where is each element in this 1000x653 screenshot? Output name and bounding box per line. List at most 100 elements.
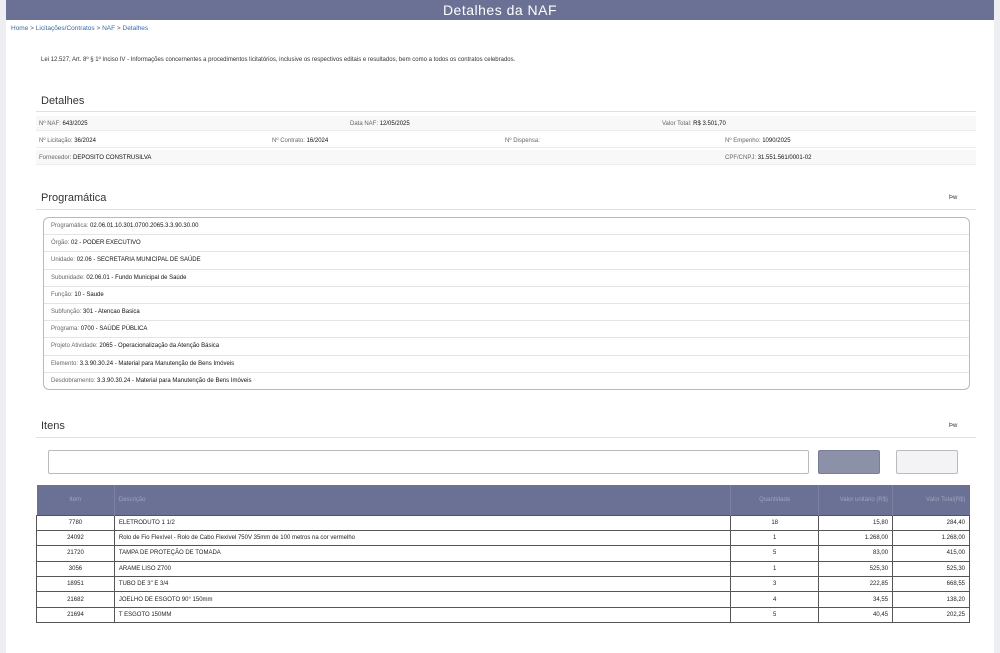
prog-value: 2065 - Operacionalização da Atenção Bási…: [99, 343, 220, 350]
programatica-pw-icon[interactable]: Þw: [949, 195, 957, 201]
column-header-valor-total[interactable]: Valor Total(R$): [892, 485, 970, 515]
programatica-line: Subfunção: 301 - Atencao Basica: [44, 304, 969, 322]
fornecedor-label: Fornecedor:: [39, 155, 72, 161]
item-unit-price: 525,30: [818, 560, 894, 578]
prog-label: Desdobramento:: [51, 377, 98, 384]
item-code: 7780: [36, 514, 115, 531]
items-table: Item Descrição Quantidade Valor unitário…: [36, 485, 970, 624]
divider: [36, 111, 976, 112]
divider: [36, 209, 976, 210]
prog-value: 02.06.01 - Fundo Municipal de Saúde: [86, 274, 187, 281]
valor-label: Valor Total:: [662, 121, 692, 127]
prog-label: Projeto Atividade:: [51, 343, 100, 350]
item-description: JOELHO DE ESGOTO 90° 150mm: [113, 591, 732, 608]
naf-date: Data NAF: 12/05/2025: [350, 121, 410, 127]
naf-label: Nº NAF:: [39, 121, 61, 127]
data-label: Data NAF:: [350, 121, 379, 127]
table-row: 7780 ELETRODUTO 1 1/2 18 15,80 284,40: [36, 514, 970, 531]
empenho-number: Nº Empenho: 1090/2025: [725, 138, 791, 144]
search-button[interactable]: [818, 450, 880, 474]
item-quantity: 1: [730, 529, 820, 547]
column-header-descricao[interactable]: Descrição: [114, 485, 732, 515]
breadcrumb-home-link[interactable]: Home: [11, 25, 28, 32]
licitacao-label: Nº Licitação:: [39, 138, 73, 144]
clear-button[interactable]: [896, 450, 958, 474]
licitacao-number: Nº Licitação: 36/2024: [39, 138, 96, 144]
item-total: 1.268,00: [892, 529, 970, 547]
table-row: 24092 Rolo de Fio Flexível - Rolo de Cab…: [36, 529, 970, 547]
item-quantity: 1: [730, 560, 820, 578]
breadcrumb-detalhes-link[interactable]: Detalhes: [123, 25, 149, 32]
item-unit-price: 1.268,00: [818, 529, 894, 547]
prog-value: 301 - Atencao Basica: [83, 308, 140, 315]
item-code: 3056: [36, 560, 115, 578]
breadcrumb-naf-link[interactable]: NAF: [102, 25, 115, 32]
prog-label: Órgão:: [51, 240, 72, 247]
cnpj-label: CPF/CNPJ:: [725, 155, 757, 161]
item-total: 415,00: [892, 545, 970, 562]
prog-value: 3.3.90.30.24 - Material para Manutenção …: [79, 360, 235, 367]
itens-pw-icon[interactable]: Þw: [949, 423, 957, 429]
prog-value: 0700 - SAÚDE PÚBLICA: [80, 326, 148, 333]
programatica-line: Programática: 02.06.01.10.301.0700.2065.…: [44, 218, 969, 236]
programatica-line: Desdobramento: 3.3.90.30.24 - Material p…: [44, 373, 969, 389]
programatica-box: Programática: 02.06.01.10.301.0700.2065.…: [43, 217, 970, 390]
prog-value: 02.06 - SECRETARIA MUNICIPAL DE SAÚDE: [76, 257, 201, 264]
table-row: 18951 TUBO DE 3" E 3/4 3 222,85 668,55: [36, 576, 970, 593]
item-description: TUBO DE 3" E 3/4: [113, 576, 732, 593]
table-row: 21720 TAMPA DE PROTEÇÃO DE TOMADA 5 83,0…: [36, 545, 970, 562]
item-unit-price: 15,80: [818, 514, 894, 531]
data-value: 12/05/2025: [379, 121, 410, 127]
column-header-valor-unitario[interactable]: Valor unitário (R$): [818, 485, 894, 515]
item-unit-price: 40,45: [818, 606, 894, 624]
empenho-label: Nº Empenho:: [725, 138, 761, 144]
item-description: ELETRODUTO 1 1/2: [113, 514, 732, 531]
prog-label: Função:: [51, 291, 75, 298]
item-code: 24092: [36, 529, 115, 547]
programatica-line: Elemento: 3.3.90.30.24 - Material para M…: [44, 356, 969, 373]
page-header: Detalhes da NAF: [6, 0, 994, 20]
table-row: 21694 T ESGOTO 150MM 5 40,45 202,25: [36, 606, 970, 624]
item-code: 18951: [36, 576, 115, 593]
column-header-quantidade[interactable]: Quantidade: [730, 485, 820, 515]
programatica-line: Subunidade: 02.06.01 - Fundo Municipal d…: [44, 270, 969, 287]
licitacao-value: 36/2024: [74, 138, 96, 144]
fornecedor: Fornecedor: DEPOSITO CONSTRUSILVA: [39, 155, 151, 161]
prog-value: 10 - Saude: [74, 291, 104, 298]
programatica-line: Função: 10 - Saude: [44, 287, 969, 304]
item-quantity: 4: [730, 591, 820, 608]
cnpj: CPF/CNPJ: 31.551.561/0001-02: [725, 155, 811, 161]
item-description: T ESGOTO 150MM: [113, 606, 732, 624]
item-unit-price: 34,55: [818, 591, 894, 608]
valor-total: Valor Total: R$ 3.501,70: [662, 121, 726, 127]
item-description: Rolo de Fio Flexível - Rolo de Cabo Flex…: [113, 529, 732, 547]
item-total: 284,40: [892, 514, 970, 531]
prog-label: Elemento:: [51, 360, 80, 367]
item-unit-price: 222,85: [818, 576, 894, 593]
itens-title: Itens: [41, 420, 65, 432]
item-description: TAMPA DE PROTEÇÃO DE TOMADA: [113, 545, 732, 562]
dispensa-number: Nº Dispensa:: [505, 138, 540, 144]
item-total: 525,30: [892, 560, 970, 578]
page-title: Detalhes da NAF: [442, 2, 558, 18]
table-row: 3056 ARAME LISO Z700 1 525,30 525,30: [36, 560, 970, 578]
prog-value: 02.06.01.10.301.0700.2065.3.3.90.30.00: [90, 223, 199, 229]
item-code: 21694: [36, 606, 115, 624]
item-total: 202,25: [892, 606, 970, 624]
breadcrumb-separator: >: [94, 25, 103, 32]
table-header-row: Item Descrição Quantidade Valor unitário…: [36, 485, 970, 515]
programatica-line: Unidade: 02.06 - SECRETARIA MUNICIPAL DE…: [44, 252, 969, 270]
breadcrumb-licitacoes-link[interactable]: Licitações/Contratos: [36, 25, 95, 32]
dispensa-label: Nº Dispensa:: [505, 138, 540, 144]
fornecedor-value: DEPOSITO CONSTRUSILVA: [73, 155, 152, 161]
page: Detalhes da NAF Home > Licitações/Contra…: [6, 0, 994, 653]
item-code: 21682: [36, 591, 115, 608]
empenho-value: 1090/2025: [762, 138, 791, 144]
contrato-value: 16/2024: [306, 138, 329, 144]
column-header-item[interactable]: Item: [36, 485, 115, 515]
breadcrumb-separator: >: [28, 25, 36, 32]
prog-value: 3.3.90.30.24 - Material para Manutenção …: [97, 377, 252, 384]
item-quantity: 5: [730, 606, 820, 624]
search-input[interactable]: [48, 450, 809, 474]
item-quantity: 3: [730, 576, 820, 593]
